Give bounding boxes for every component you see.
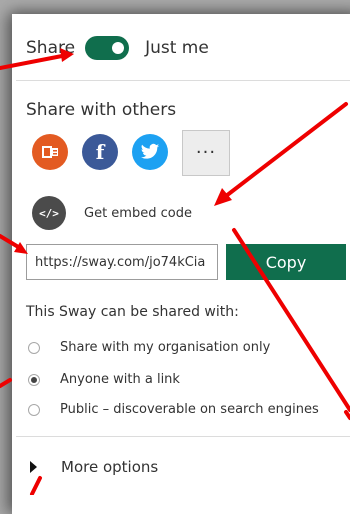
share-link-input[interactable] [26, 244, 218, 280]
office-icon [42, 146, 58, 158]
more-options-expander[interactable]: More options [30, 458, 158, 476]
radio-option-public[interactable]: Public – discoverable on search engines [28, 402, 319, 417]
code-icon: </> [32, 196, 66, 230]
copy-button[interactable]: Copy [226, 244, 346, 280]
radio-label: Share with my organisation only [60, 340, 271, 355]
radio-option-anyone-with-link[interactable]: Anyone with a link [28, 372, 180, 387]
divider [16, 80, 350, 81]
radio-label: Anyone with a link [60, 372, 180, 387]
radio-button[interactable] [28, 341, 40, 354]
more-icon: ··· [195, 142, 217, 163]
office-share-button[interactable] [32, 134, 68, 170]
more-share-button[interactable]: ··· [182, 130, 230, 176]
divider [16, 436, 350, 437]
share-label: Share [26, 38, 76, 58]
radio-label: Public – discoverable on search engines [60, 402, 319, 417]
share-toggle-row: Share Just me [26, 34, 209, 62]
embed-code-row[interactable]: </> Get embed code [32, 196, 192, 230]
embed-code-label: Get embed code [84, 205, 192, 221]
toggle-knob [112, 42, 125, 54]
radio-button-selected[interactable] [28, 373, 40, 386]
radio-option-organisation[interactable]: Share with my organisation only [28, 340, 270, 355]
permissions-title: This Sway can be shared with: [26, 304, 239, 320]
expand-triangle-icon [30, 461, 37, 473]
facebook-icon: f [95, 140, 105, 164]
radio-button[interactable] [28, 403, 40, 416]
share-panel: Share Just me Share with others f ··· </… [12, 14, 350, 514]
share-buttons-row: f ··· [32, 128, 230, 176]
twitter-icon [140, 143, 160, 159]
facebook-share-button[interactable]: f [82, 134, 118, 170]
link-row: Copy [26, 244, 346, 280]
arrow-to-radio [0, 378, 12, 388]
share-toggle[interactable] [85, 36, 130, 60]
more-options-label: More options [61, 458, 159, 476]
share-toggle-value: Just me [145, 38, 209, 58]
share-with-others-title: Share with others [26, 100, 177, 120]
twitter-share-button[interactable] [132, 134, 168, 170]
